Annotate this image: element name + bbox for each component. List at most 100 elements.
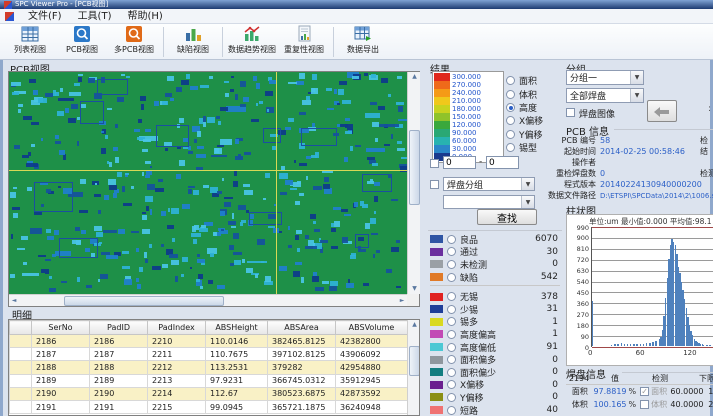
scroll-down-arrow[interactable]: ▼ <box>408 284 421 294</box>
radio-icon[interactable] <box>506 76 515 85</box>
category-row[interactable]: 无锡378 <box>428 290 562 303</box>
radio-icon[interactable] <box>447 292 456 301</box>
radio-icon[interactable] <box>506 90 515 99</box>
column-header-ABSVolume[interactable]: ABSVolume <box>336 321 408 335</box>
histogram-bar <box>709 345 710 346</box>
category-row[interactable]: 未检测0 <box>428 258 562 271</box>
pcb-pad <box>397 141 401 144</box>
radio-icon[interactable] <box>506 143 515 152</box>
pad-filter-combobox[interactable]: 全部焊盘 ▼ <box>566 88 644 103</box>
table-row[interactable]: 218621862210110.0146382465.812542382800 <box>10 335 408 348</box>
range-to-input[interactable] <box>486 156 519 169</box>
category-row[interactable]: 高度偏高1 <box>428 328 562 341</box>
toolbar-data-export-button[interactable]: 数据导出 <box>337 25 389 58</box>
radio-icon[interactable] <box>447 330 456 339</box>
toolbar-repeat-view-button[interactable]: 重复性视图 <box>278 25 330 58</box>
category-row[interactable]: 锡多1 <box>428 316 562 329</box>
table-row[interactable]: 21892189221397.9231366745.031235912945 <box>10 374 408 387</box>
group-combobox[interactable]: 分组一 ▼ <box>566 70 644 85</box>
radio-icon[interactable] <box>447 273 456 282</box>
category-row[interactable]: Y偏移0 <box>428 391 562 404</box>
metric-option-X偏移[interactable]: X偏移 <box>506 114 562 127</box>
pcb-pad <box>57 111 65 115</box>
metric-option-面积[interactable]: 面积 <box>506 74 562 87</box>
chevron-down-icon[interactable]: ▼ <box>630 71 643 84</box>
radio-icon[interactable] <box>447 368 456 377</box>
chevron-down-icon[interactable]: ▼ <box>521 178 534 190</box>
radio-icon[interactable] <box>506 130 515 139</box>
metric-option-体积[interactable]: 体积 <box>506 87 562 100</box>
category-row[interactable]: 面积偏多0 <box>428 353 562 366</box>
column-header-PadID[interactable]: PadID <box>90 321 148 335</box>
pcb-horizontal-scrollbar[interactable]: ◄ ► <box>9 294 407 306</box>
category-row[interactable]: 面积偏少0 <box>428 366 562 379</box>
chevron-down-icon[interactable]: ▼ <box>521 196 534 208</box>
chevron-down-icon[interactable]: ▼ <box>630 89 643 102</box>
checkbox-icon[interactable] <box>640 400 649 409</box>
category-row[interactable]: 缺陷542 <box>428 271 562 284</box>
find-button[interactable]: 查找 <box>477 209 537 225</box>
radio-icon[interactable] <box>447 305 456 314</box>
range-filter-checkbox[interactable] <box>430 159 439 168</box>
menu-file[interactable]: 文件(F) <box>20 9 70 24</box>
column-header-ABSArea[interactable]: ABSArea <box>268 321 336 335</box>
column-header-ABSHeight[interactable]: ABSHeight <box>206 321 268 335</box>
range-from-input[interactable] <box>443 156 476 169</box>
pad-check-label: 面积 <box>651 386 667 397</box>
pad-group-combobox[interactable]: 焊盘分组 ▼ <box>443 177 535 191</box>
table-row[interactable]: 21912191221599.0945365721.187536240948 <box>10 400 408 413</box>
radio-icon[interactable] <box>447 343 456 352</box>
category-row[interactable]: X偏移0 <box>428 379 562 392</box>
radio-icon[interactable] <box>447 260 456 269</box>
menu-help[interactable]: 帮助(H) <box>119 9 170 24</box>
category-row[interactable]: 良品6070 <box>428 233 562 246</box>
radio-icon[interactable] <box>447 393 456 402</box>
pad-group-checkbox[interactable] <box>430 180 439 189</box>
radio-icon[interactable] <box>447 406 456 415</box>
detail-vertical-scrollbar[interactable]: ▲ <box>407 320 420 416</box>
scroll-up-arrow[interactable]: ▲ <box>408 72 421 82</box>
sub-group-combobox[interactable]: ▼ <box>443 195 535 209</box>
scroll-up-arrow[interactable]: ▲ <box>408 320 420 330</box>
scroll-thumb[interactable] <box>409 346 420 376</box>
radio-icon[interactable] <box>447 247 456 256</box>
radio-icon[interactable] <box>447 317 456 326</box>
pcb-pad <box>334 89 336 95</box>
column-header-lower: 下限 <box>688 373 713 384</box>
table-row[interactable]: 218721872211110.7675397102.812543906092 <box>10 348 408 361</box>
radio-icon[interactable] <box>447 380 456 389</box>
toolbar-defect-view-button[interactable]: 缺陷视图 <box>167 25 219 58</box>
scroll-thumb[interactable] <box>64 296 224 306</box>
toolbar-list-view-button[interactable]: 列表视图 <box>4 25 56 58</box>
column-header-PadIndex[interactable]: PadIndex <box>148 321 206 335</box>
radio-icon[interactable] <box>506 116 515 125</box>
category-row[interactable]: 高度偏低91 <box>428 341 562 354</box>
pad-image-checkbox[interactable] <box>566 108 575 117</box>
column-header-SerNo[interactable]: SerNo <box>32 321 90 335</box>
toolbar-multi-pcb-view-button[interactable]: 多PCB视图 <box>108 25 160 58</box>
table-row[interactable]: 218821882212113.253137928242954880 <box>10 361 408 374</box>
radio-icon[interactable] <box>506 103 515 112</box>
table-row[interactable]: 219021902214112.67380523.687542873592 <box>10 387 408 400</box>
pcb-pad <box>22 273 39 276</box>
scroll-right-arrow[interactable]: ► <box>397 295 407 307</box>
pcb-pad <box>145 175 150 178</box>
metric-option-高度[interactable]: 高度 <box>506 101 562 114</box>
radio-icon[interactable] <box>447 355 456 364</box>
category-row[interactable]: 通过30 <box>428 246 562 259</box>
histogram-bar <box>646 343 647 346</box>
scroll-left-arrow[interactable]: ◄ <box>9 295 19 307</box>
checkbox-icon[interactable]: ✓ <box>640 387 649 396</box>
toolbar-pcb-view-button[interactable]: PCB视图 <box>56 25 108 58</box>
back-button[interactable] <box>647 100 677 122</box>
pcb-pad <box>314 229 320 232</box>
category-row[interactable]: 短路40 <box>428 404 562 416</box>
pcb-vertical-scrollbar[interactable]: ▲ ▼ <box>407 72 420 294</box>
radio-icon[interactable] <box>447 235 456 244</box>
menu-tools[interactable]: 工具(T) <box>70 9 120 24</box>
pcb-board-canvas[interactable] <box>9 72 407 294</box>
scroll-thumb[interactable] <box>409 130 420 205</box>
pcb-pad <box>171 260 179 265</box>
category-row[interactable]: 少锡31 <box>428 303 562 316</box>
toolbar-trend-view-button[interactable]: 数据趋势视图 <box>226 25 278 58</box>
